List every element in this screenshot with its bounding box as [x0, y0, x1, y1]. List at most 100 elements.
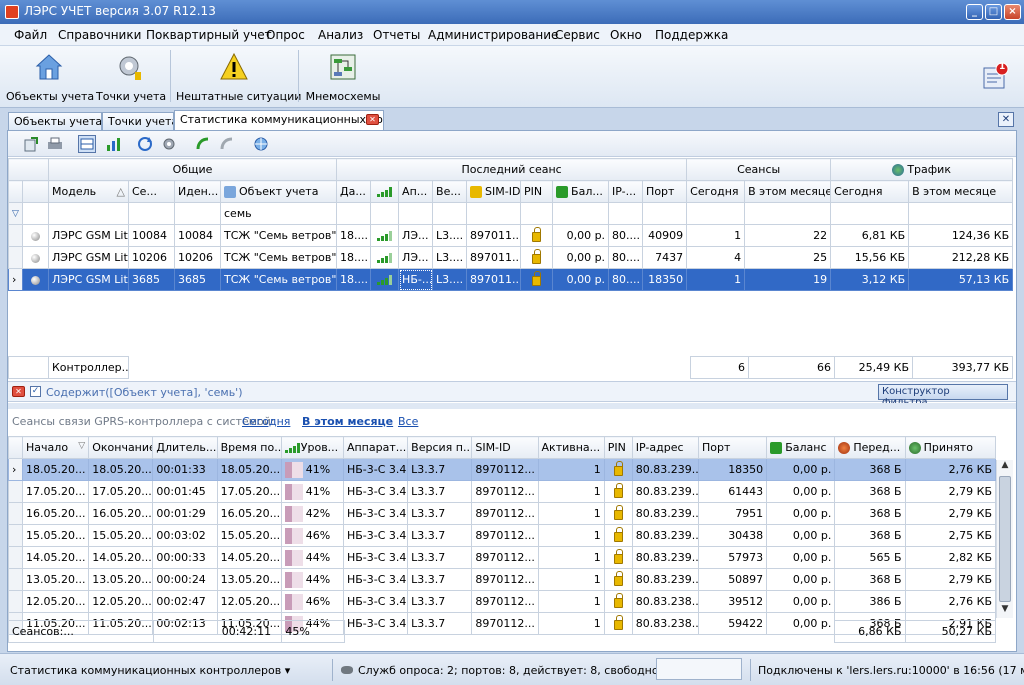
refresh-icon[interactable] [136, 135, 154, 153]
col-sessions-today[interactable]: Сегодня [686, 180, 746, 203]
col-sent[interactable]: Перед... [834, 436, 906, 459]
filter-icon[interactable]: ▽ [8, 202, 23, 225]
scroll-thumb[interactable] [999, 476, 1011, 602]
grid-view-icon[interactable] [78, 135, 96, 153]
col-port[interactable]: Порт [697, 436, 768, 459]
row-indicator[interactable] [7, 546, 24, 569]
row-indicator[interactable] [8, 246, 23, 269]
col-received[interactable]: Принято [904, 436, 997, 459]
menu-service[interactable]: Сервис [555, 28, 600, 42]
call-icon[interactable] [194, 135, 212, 153]
link-all[interactable]: Все [398, 415, 418, 428]
settings-icon[interactable] [160, 135, 178, 153]
tab-comm-stats[interactable]: Статистика коммуникационных ко ✕ [174, 110, 384, 130]
session-row[interactable]: 13.05.20... 13.05.20... 00:00:24 13.05.20..… [7, 568, 997, 591]
row-indicator[interactable] [7, 568, 24, 591]
emergency-button[interactable]: Нештатные ситуации [176, 50, 301, 106]
hangup-icon[interactable] [218, 135, 236, 153]
col-object[interactable]: Объект учета [219, 180, 338, 203]
sessions-scrollbar[interactable]: ▲ ▼ [996, 460, 1013, 618]
session-row[interactable]: › 18.05.20... 18.05.20... 00:01:33 18.05.20.… [7, 458, 997, 481]
link-month[interactable]: В этом месяце [302, 415, 393, 428]
col-balance[interactable]: Баланс [766, 436, 836, 459]
col-device[interactable]: Аппарат... [342, 436, 409, 459]
col-ver[interactable]: Ве... [432, 180, 468, 203]
tab-points[interactable]: Точки учета [102, 112, 174, 130]
col-ip[interactable]: IP-адрес [631, 436, 699, 459]
col-balance[interactable]: Бал... [552, 180, 610, 203]
splitter[interactable] [8, 403, 1016, 409]
menu-admin[interactable]: Администрирование [428, 28, 558, 42]
menu-support[interactable]: Поддержка [655, 28, 728, 42]
row-indicator[interactable]: › [8, 268, 23, 291]
col-pin[interactable]: PIN [603, 436, 633, 459]
row-indicator[interactable] [7, 590, 24, 613]
session-row[interactable]: 15.05.20... 15.05.20... 00:03:02 15.05.20..… [7, 524, 997, 547]
objects-button[interactable]: Объекты учета [6, 50, 94, 106]
close-all-tabs-button[interactable]: ✕ [998, 112, 1014, 127]
tab-close-icon[interactable]: ✕ [366, 114, 379, 125]
col-poll-time[interactable]: Время по... [216, 436, 282, 459]
col-active[interactable]: Активна... [537, 436, 605, 459]
export-icon[interactable] [22, 135, 40, 153]
controller-row[interactable]: › ЛЭРС GSM Lite 3685 3685 ТСЖ "Семь ветров" 1… [8, 268, 1014, 291]
status-view-selector[interactable]: Статистика коммуникационных контроллеров… [10, 664, 290, 677]
scroll-down-icon[interactable]: ▼ [998, 604, 1012, 618]
minimize-button[interactable]: _ [966, 4, 983, 20]
row-indicator[interactable] [7, 502, 24, 525]
col-pin[interactable]: PIN [520, 180, 554, 203]
col-model[interactable]: Модель △ [48, 180, 129, 203]
col-port[interactable]: Порт [642, 180, 688, 203]
filter-object-input[interactable]: семь [219, 202, 338, 225]
session-row[interactable]: 12.05.20... 12.05.20... 00:02:47 12.05.20..… [7, 590, 997, 613]
row-indicator[interactable] [7, 524, 24, 547]
menu-window[interactable]: Окно [610, 28, 642, 42]
menu-apartment[interactable]: Поквартирный учет [146, 28, 272, 42]
notifications-button[interactable]: 1 [983, 62, 1009, 90]
filter-enable-checkbox[interactable]: ✓ [30, 386, 41, 397]
menu-poll[interactable]: Опрос [266, 28, 305, 42]
col-start[interactable]: Начало ▽ [22, 436, 90, 459]
network-icon[interactable] [252, 135, 270, 153]
schemes-button[interactable]: Мнемосхемы [302, 50, 384, 106]
col-sim[interactable]: SIM-ID [466, 180, 522, 203]
link-today[interactable]: Сегодня [242, 415, 290, 428]
menu-reports[interactable]: Отчеты [373, 28, 420, 42]
row-indicator[interactable] [8, 224, 23, 247]
close-window-button[interactable]: × [1004, 4, 1021, 20]
tab-objects[interactable]: Объекты учета [8, 112, 102, 130]
col-level[interactable]: Уров... [280, 436, 344, 459]
controller-row[interactable]: ЛЭРС GSM Lite 10084 10084 ТСЖ "Семь ветров"… [8, 224, 1014, 247]
filter-expression[interactable]: Содержит([Объект учета], 'семь') [46, 386, 243, 399]
filter-builder-button[interactable]: Конструктор фильтра... [878, 384, 1008, 408]
col-sessions-month[interactable]: В этом месяце [744, 180, 832, 203]
col-ident[interactable]: Иден... [174, 180, 221, 203]
col-signal[interactable] [370, 180, 400, 203]
col-traffic-today[interactable]: Сегодня [830, 180, 910, 203]
menu-analysis[interactable]: Анализ [318, 28, 363, 42]
print-icon[interactable] [46, 135, 64, 153]
chart-icon[interactable] [104, 135, 122, 153]
row-indicator[interactable]: › [7, 458, 24, 481]
col-serial[interactable]: Се... [128, 180, 175, 203]
session-row[interactable]: 17.05.20... 17.05.20... 00:01:45 17.05.20..… [7, 480, 997, 503]
row-indicator[interactable] [7, 480, 24, 503]
col-app[interactable]: Ап... [398, 180, 434, 203]
scroll-up-icon[interactable]: ▲ [998, 460, 1012, 474]
col-duration[interactable]: Длитель... [152, 436, 218, 459]
cell-level: 46% [280, 590, 344, 613]
col-ip[interactable]: IP-... [608, 180, 644, 203]
points-button[interactable]: Точки учета [96, 50, 166, 106]
clear-filter-icon[interactable]: ✕ [12, 386, 25, 397]
col-traffic-month[interactable]: В этом месяце [908, 180, 1014, 203]
menu-file[interactable]: Файл [14, 28, 47, 42]
controller-row[interactable]: ЛЭРС GSM Lite 10206 10206 ТСЖ "Семь ветров"… [8, 246, 1014, 269]
session-row[interactable]: 14.05.20... 14.05.20... 00:00:33 14.05.20..… [7, 546, 997, 569]
col-sim[interactable]: SIM-ID [471, 436, 539, 459]
maximize-button[interactable]: □ [985, 4, 1002, 20]
session-row[interactable]: 16.05.20... 16.05.20... 00:01:29 16.05.20..… [7, 502, 997, 525]
col-version[interactable]: Версия п... [407, 436, 473, 459]
menu-references[interactable]: Справочники [58, 28, 141, 42]
col-end[interactable]: Окончание [88, 436, 154, 459]
col-date[interactable]: Да... [336, 180, 372, 203]
